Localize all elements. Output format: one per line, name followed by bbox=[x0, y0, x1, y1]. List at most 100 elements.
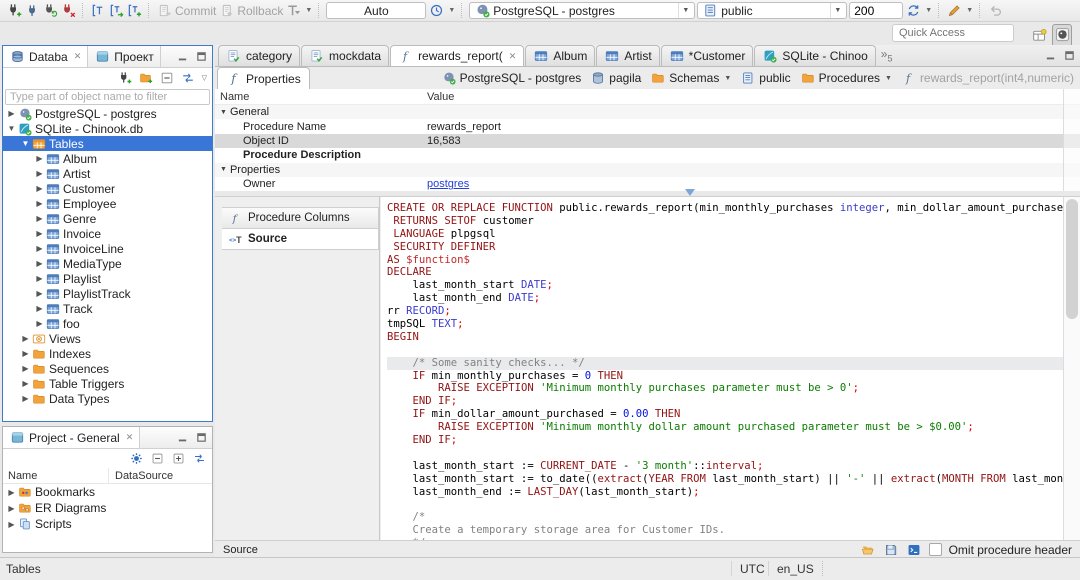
maximize-icon[interactable] bbox=[1061, 48, 1077, 64]
tree-item-sqlite-chinook-db[interactable]: ▼ SQLite - Chinook.db bbox=[3, 121, 212, 136]
expand-arrow-icon[interactable]: ▶ bbox=[34, 274, 45, 283]
breadcrumb-item-public[interactable]: public bbox=[740, 70, 791, 86]
editor-tab-artist[interactable]: Artist bbox=[596, 45, 660, 66]
property-row-procedure-name[interactable]: Procedure Name rewards_report bbox=[215, 119, 1080, 134]
tab-database-navigator[interactable]: Databa ✕ bbox=[3, 46, 89, 67]
tab-projects[interactable]: Проект bbox=[88, 46, 161, 67]
transaction-log-button[interactable]: ▼ bbox=[285, 3, 312, 19]
gear-icon[interactable] bbox=[128, 451, 144, 467]
expand-arrow-icon[interactable]: ▶ bbox=[20, 364, 31, 373]
tree-item-tables[interactable]: ▼ Tables bbox=[3, 136, 212, 151]
column-header-datasource[interactable]: DataSource bbox=[108, 468, 212, 483]
property-row-properties[interactable]: ▼ Properties bbox=[215, 162, 1080, 177]
view-menu-icon[interactable]: ▽ bbox=[202, 74, 207, 82]
collapse-arrow-icon[interactable]: ▼ bbox=[6, 124, 17, 133]
dbeaver-perspective-button[interactable] bbox=[1052, 24, 1072, 47]
expand-arrow-icon[interactable]: ▶ bbox=[20, 334, 31, 343]
tree-item-mediatype[interactable]: ▶ MediaType bbox=[3, 256, 212, 271]
collapse-all-icon[interactable] bbox=[149, 451, 165, 467]
expand-arrow-icon[interactable]: ▶ bbox=[34, 259, 45, 268]
new-sql-editor-icon[interactable] bbox=[126, 3, 142, 19]
expand-arrow-icon[interactable]: ▶ bbox=[6, 520, 17, 529]
property-row-owner[interactable]: Owner postgres bbox=[215, 176, 1080, 191]
section-button-procedure-columns[interactable]: f Procedure Columns bbox=[222, 207, 379, 228]
expand-arrow-icon[interactable]: ▶ bbox=[6, 109, 17, 118]
tree-item-artist[interactable]: ▶ Artist bbox=[3, 166, 212, 181]
close-icon[interactable]: ✕ bbox=[126, 432, 134, 443]
object-filter-input[interactable] bbox=[5, 89, 210, 105]
transaction-mode-select[interactable]: Auto bbox=[326, 2, 427, 19]
minimize-icon[interactable] bbox=[1042, 48, 1058, 64]
undo-icon[interactable] bbox=[987, 3, 1003, 19]
collapse-arrow-icon[interactable]: ▼ bbox=[20, 139, 31, 148]
expand-arrow-icon[interactable]: ▶ bbox=[20, 379, 31, 388]
tree-item-postgresql-postgres[interactable]: ▶ PostgreSQL - postgres bbox=[3, 106, 212, 121]
tree-item-sequences[interactable]: ▶ Sequences bbox=[3, 361, 212, 376]
collapse-all-icon[interactable] bbox=[159, 70, 175, 86]
new-connection-icon[interactable] bbox=[6, 3, 22, 19]
tree-item-table-triggers[interactable]: ▶ Table Triggers bbox=[3, 376, 212, 391]
column-header-name[interactable]: Name bbox=[215, 91, 427, 103]
close-icon[interactable]: ✕ bbox=[509, 51, 517, 62]
link-with-editor-icon[interactable] bbox=[191, 451, 207, 467]
sash-collapse-icon[interactable] bbox=[683, 186, 697, 196]
tree-item-employee[interactable]: ▶ Employee bbox=[3, 196, 212, 211]
project-item-er-diagrams[interactable]: ▶ ER Diagrams bbox=[3, 500, 212, 516]
scrollbar-thumb[interactable] bbox=[1066, 199, 1078, 319]
expand-arrow-icon[interactable]: ▶ bbox=[34, 214, 45, 223]
tab-properties[interactable]: f Properties bbox=[217, 67, 310, 89]
edit-button[interactable]: ▼ bbox=[946, 3, 973, 19]
quick-access-input[interactable] bbox=[892, 24, 1014, 42]
tree-item-genre[interactable]: ▶ Genre bbox=[3, 211, 212, 226]
expand-arrow-icon[interactable]: ▶ bbox=[20, 394, 31, 403]
breadcrumb-item-procedures[interactable]: Procedures ▼ bbox=[800, 70, 892, 86]
tree-item-track[interactable]: ▶ Track bbox=[3, 301, 212, 316]
tab-project-general[interactable]: Project - General ✕ bbox=[3, 427, 141, 448]
reconnect-icon[interactable] bbox=[42, 3, 58, 19]
property-value[interactable]: postgres bbox=[427, 178, 1080, 190]
open-sql-script-icon[interactable] bbox=[108, 3, 124, 19]
disconnect-icon[interactable] bbox=[60, 3, 76, 19]
breadcrumb-item-pagila[interactable]: pagila bbox=[590, 70, 641, 86]
rollback-button[interactable]: Rollback bbox=[218, 3, 283, 19]
minimize-icon[interactable] bbox=[174, 49, 190, 65]
connection-select[interactable]: PostgreSQL - postgres ▼ bbox=[469, 2, 696, 19]
editor-tab-rewards-report[interactable]: f rewards_report(✕ bbox=[390, 45, 525, 66]
tree-item-data-types[interactable]: ▶ Data Types bbox=[3, 391, 212, 406]
expand-arrow-icon[interactable]: ▶ bbox=[34, 154, 45, 163]
query-history-button[interactable]: ▼ bbox=[428, 3, 455, 19]
editor-tab-sqlite-chinoo[interactable]: SQLite - Chinoo bbox=[754, 45, 876, 66]
tree-item-indexes[interactable]: ▶ Indexes bbox=[3, 346, 212, 361]
editor-tab-album[interactable]: Album bbox=[525, 45, 596, 66]
link-with-editor-icon[interactable] bbox=[180, 70, 196, 86]
property-row-general[interactable]: ▼ General bbox=[215, 105, 1080, 120]
breadcrumb-item-schemas[interactable]: Schemas ▼ bbox=[650, 70, 731, 86]
save-to-file-icon[interactable] bbox=[883, 542, 899, 558]
status-locale[interactable]: en_US bbox=[768, 561, 823, 576]
source-code-editor[interactable]: CREATE OR REPLACE FUNCTION public.reward… bbox=[381, 197, 1064, 540]
column-header-value[interactable]: Value bbox=[427, 91, 454, 103]
chevron-down-icon[interactable]: ▼ bbox=[724, 75, 731, 82]
properties-scrollbar[interactable] bbox=[1063, 89, 1080, 191]
collapse-arrow-icon[interactable]: ▼ bbox=[220, 166, 227, 173]
breadcrumb-item-postgresql-postgres[interactable]: PostgreSQL - postgres bbox=[441, 70, 581, 86]
maximize-icon[interactable] bbox=[193, 49, 209, 65]
expand-arrow-icon[interactable]: ▶ bbox=[20, 349, 31, 358]
new-folder-icon[interactable] bbox=[138, 70, 154, 86]
load-from-file-icon[interactable] bbox=[860, 542, 876, 558]
maximize-icon[interactable] bbox=[193, 430, 209, 446]
resultset-size-input[interactable] bbox=[849, 2, 904, 19]
close-icon[interactable]: ✕ bbox=[74, 51, 82, 62]
tree-item-playlisttrack[interactable]: ▶ PlaylistTrack bbox=[3, 286, 212, 301]
tree-item-album[interactable]: ▶ Album bbox=[3, 151, 212, 166]
property-row-object-id[interactable]: Object ID 16,583 bbox=[215, 133, 1080, 149]
expand-arrow-icon[interactable]: ▶ bbox=[6, 488, 17, 497]
breadcrumb-item-rewards-report-int4-numeric[interactable]: f rewards_report(int4,numeric) bbox=[901, 70, 1074, 86]
tree-item-views[interactable]: ▶ Views bbox=[3, 331, 212, 346]
expand-arrow-icon[interactable]: ▶ bbox=[34, 319, 45, 328]
chevron-down-icon[interactable]: ▼ bbox=[885, 75, 892, 82]
tree-item-invoiceline[interactable]: ▶ InvoiceLine bbox=[3, 241, 212, 256]
expand-arrow-icon[interactable]: ▶ bbox=[34, 169, 45, 178]
editor-tab-customer[interactable]: *Customer bbox=[660, 45, 754, 66]
omit-procedure-header-checkbox[interactable] bbox=[928, 543, 942, 556]
